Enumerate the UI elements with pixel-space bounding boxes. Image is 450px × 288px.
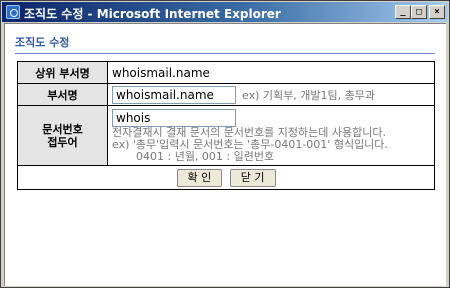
page-content: 조직도 수정 상위 부서명 whoismail.name 부서명 whoisma… (4, 23, 446, 286)
dept-name-hint: ex) 기획부, 개발1팀, 총무과 (242, 88, 375, 102)
browser-window: 조직도 수정 - Microsoft Internet Explorer _ □… (0, 0, 450, 288)
ie-icon (6, 5, 20, 19)
dept-name-label: 부서명 (17, 83, 108, 106)
doc-prefix-help-2: ex) '총무'입력시 문서번호는 '총무-0401-001' 형식입니다. (112, 137, 388, 151)
heading-divider (15, 53, 435, 54)
confirm-button[interactable]: 확 인 (176, 168, 223, 187)
dept-name-row: 부서명 whoismail.name ex) 기획부, 개발1팀, 총무과 (17, 83, 435, 106)
close-button[interactable]: 닫 기 (229, 168, 276, 187)
doc-prefix-label: 문서번호 접두어 (42, 122, 83, 149)
close-window-button[interactable]: × (429, 5, 445, 19)
page-title: 조직도 수정 (15, 36, 70, 49)
org-edit-form: 상위 부서명 whoismail.name 부서명 whoismail.name… (17, 61, 435, 190)
doc-prefix-help-3: 0401 : 년월, 001 : 일련번호 (136, 149, 275, 163)
dept-name-input[interactable]: whoismail.name (112, 85, 236, 104)
doc-prefix-help-1: 전자결재시 결재 문서의 문서번호를 지정하는데 사용합니다. (112, 125, 386, 139)
minimize-button[interactable]: _ (395, 5, 411, 19)
parent-dept-label: 상위 부서명 (17, 61, 108, 84)
title-bar[interactable]: 조직도 수정 - Microsoft Internet Explorer _ □… (2, 2, 448, 22)
parent-dept-value: whoismail.name (112, 65, 210, 80)
parent-dept-row: 상위 부서명 whoismail.name (17, 61, 435, 84)
doc-prefix-input[interactable]: whois (112, 108, 236, 127)
window-title: 조직도 수정 - Microsoft Internet Explorer (24, 7, 281, 21)
button-row: 확 인 닫 기 (17, 165, 435, 190)
maximize-button[interactable]: □ (411, 5, 427, 19)
doc-prefix-row: 문서번호 접두어 whois 전자결재시 결재 문서의 문서번호를 지정하는데 … (17, 105, 435, 166)
